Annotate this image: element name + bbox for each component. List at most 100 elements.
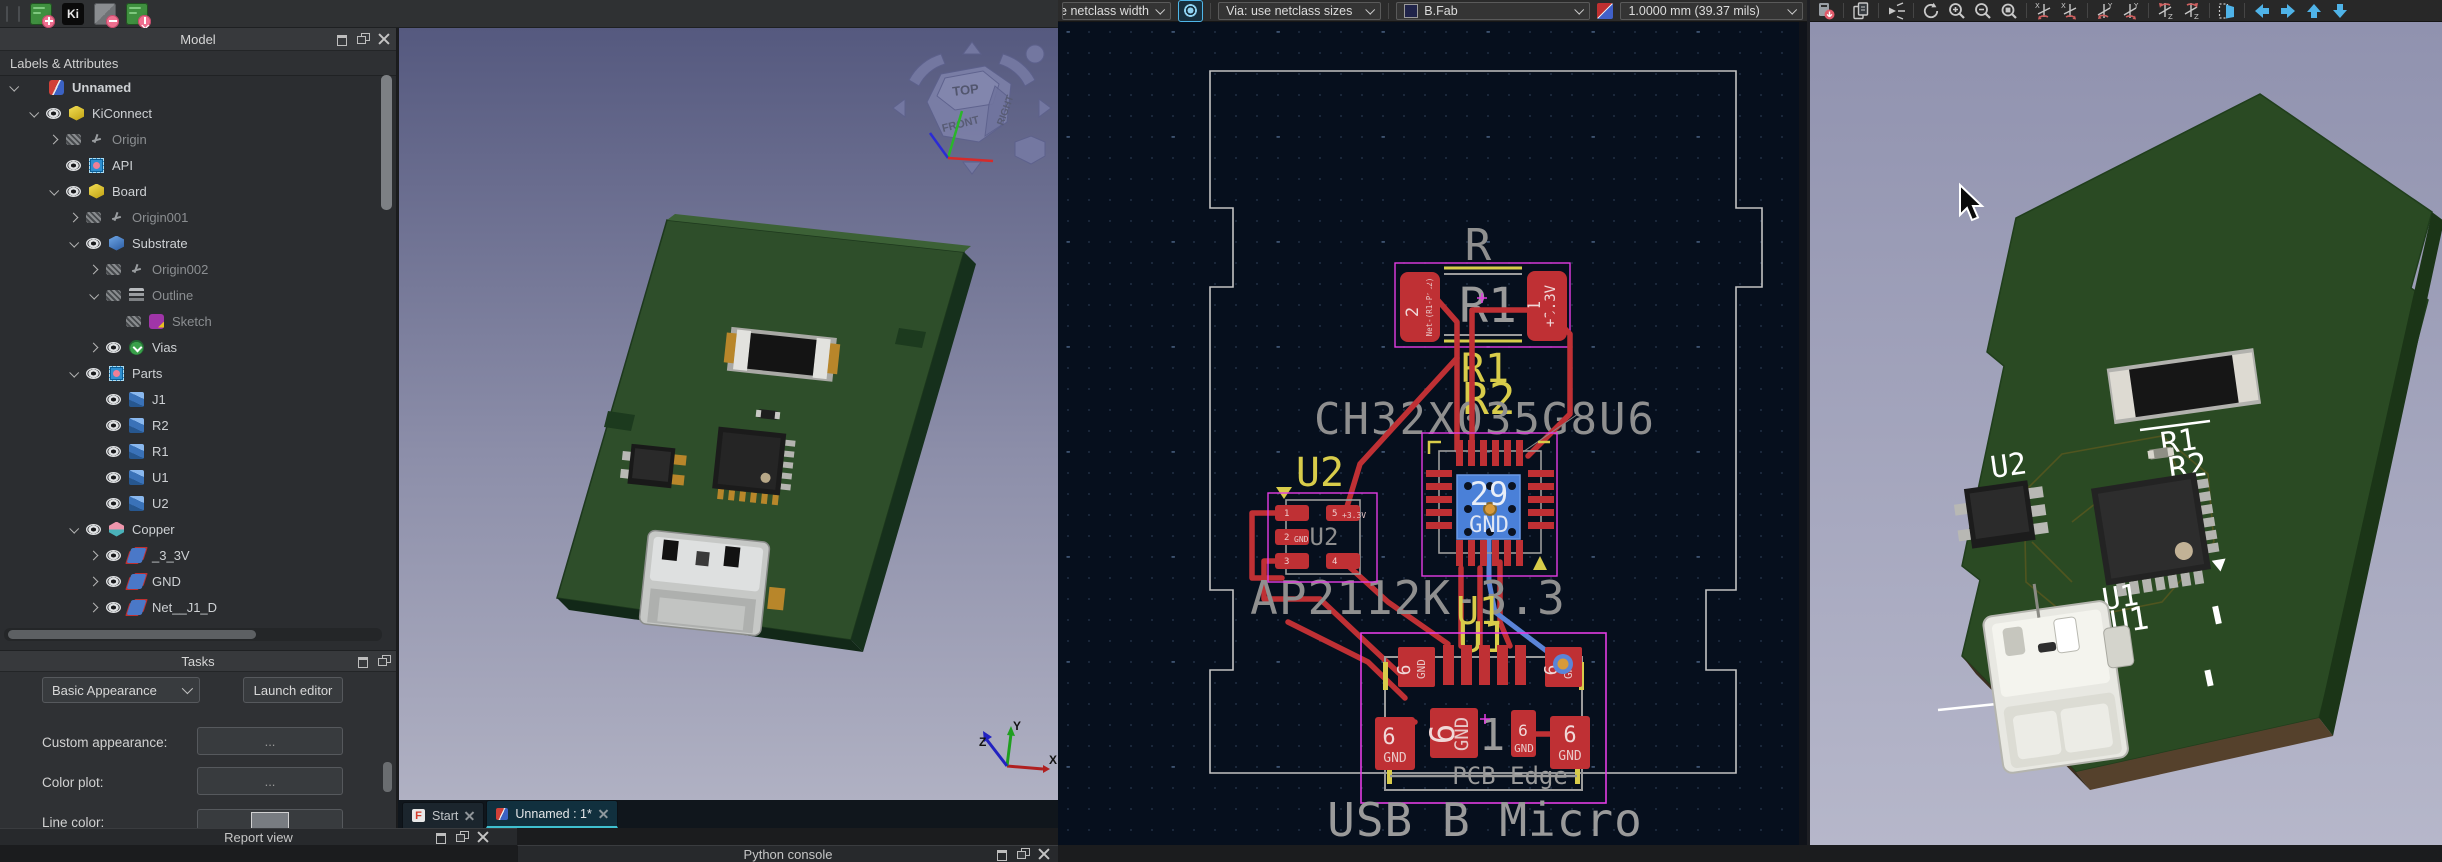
pcb-canvas[interactable]: R 2 Net-(R1-Pad2) 1 +3.3V R1 R1 R2 CH32X… [1058,22,1807,845]
visibility-off-icon[interactable] [106,264,121,275]
float-icon[interactable] [456,831,468,843]
kicad-scrollbar[interactable] [1799,22,1807,845]
chevron-down-icon[interactable] [69,237,79,247]
float-icon[interactable] [357,33,369,45]
chevron-down-icon[interactable] [69,523,79,533]
pan-left-icon[interactable] [2251,1,2273,21]
visibility-off-icon[interactable] [106,290,121,301]
tree-item-R2[interactable]: R2 [0,412,380,438]
rotate-z-cw-icon[interactable]: Z [2181,1,2203,21]
rotate-y-ccw-icon[interactable]: Y [2094,1,2116,21]
pan-down-icon[interactable] [2329,1,2351,21]
visibility-off-icon[interactable] [86,212,101,223]
chevron-down-icon[interactable] [49,185,59,195]
chevron-right-icon[interactable] [88,576,98,586]
chevron-down-icon[interactable] [89,289,99,299]
tree-item-U1[interactable]: U1 [0,464,380,490]
tree-item-Parts[interactable]: Parts [0,360,380,386]
track-width-select[interactable]: e netclass width [1062,2,1171,20]
tree-item-KiConnect[interactable]: KiConnect [0,100,380,126]
rotate-view-icon[interactable] [1920,1,1942,21]
pan-right-icon[interactable] [2277,1,2299,21]
tree-item-Unnamed[interactable]: Unnamed [0,74,380,100]
visibility-on-icon[interactable] [106,446,121,457]
dock-icon[interactable] [336,33,348,45]
visibility-on-icon[interactable] [106,420,121,431]
close-icon[interactable] [465,811,474,820]
reload-board-icon[interactable] [1815,1,1837,21]
visibility-on-icon[interactable] [86,524,101,535]
tab-start[interactable]: F Start [402,802,484,828]
copy-image-icon[interactable] [1850,1,1872,21]
close-icon[interactable] [477,831,489,843]
visibility-on-icon[interactable] [106,550,121,561]
chevron-right-icon[interactable] [88,342,98,352]
rotate-x-cw-icon[interactable]: X [2059,1,2081,21]
float-icon[interactable] [378,655,390,667]
chevron-down-icon[interactable] [29,107,39,117]
tree-item-Origin002[interactable]: Origin002 [0,256,380,282]
chevron-right-icon[interactable] [88,550,98,560]
rotate-x-ccw-icon[interactable]: X [2033,1,2055,21]
chevron-right-icon[interactable] [88,264,98,274]
chevron-right-icon[interactable] [68,212,78,222]
dock-icon[interactable] [357,655,369,667]
kicad-pcb-editor[interactable]: e netclass width Via: use netclass sizes… [1058,0,1807,845]
visibility-on-icon[interactable] [86,238,101,249]
report-view-header[interactable]: Report view [0,828,517,845]
layer-select[interactable]: B.Fab [1396,2,1590,20]
tree-item-Outline[interactable]: Outline [0,282,380,308]
zoom-out-icon[interactable] [1972,1,1994,21]
tree-item-GND[interactable]: GND [0,568,380,594]
model-tree-vertical-scrollbar[interactable] [381,75,392,210]
freecad-3d-viewport[interactable]: TOP FRONT RIGHT X Y Z [398,28,1059,800]
model-tree-horizontal-scrollbar[interactable] [4,628,382,641]
pan-up-icon[interactable] [2303,1,2325,21]
rotate-z-ccw-icon[interactable]: Z [2155,1,2177,21]
tree-item-_3_3V[interactable]: _3_3V [0,542,380,568]
visibility-on-icon[interactable] [106,394,121,405]
tasks-panel-header[interactable]: Tasks [0,651,396,672]
model-panel-header[interactable]: Model [0,28,396,51]
tree-item-Vias[interactable]: Vias [0,334,380,360]
dock-icon[interactable] [996,848,1008,860]
appearance-select[interactable]: Basic Appearance [42,677,200,703]
tree-item-Substrate[interactable]: Substrate [0,230,380,256]
chevron-right-icon[interactable] [88,602,98,612]
custom-appearance-button[interactable]: ... [197,727,343,755]
tree-item-Board[interactable]: Board [0,178,380,204]
move-board-icon[interactable] [2216,1,2238,21]
via-size-button[interactable] [1178,0,1203,22]
visibility-on-icon[interactable] [66,186,81,197]
tree-item-J1[interactable]: J1 [0,386,380,412]
tree-item-Origin001[interactable]: Origin001 [0,204,380,230]
close-icon[interactable] [378,33,390,45]
tree-item-R1[interactable]: R1 [0,438,380,464]
new-kicad-board-icon[interactable] [30,3,52,25]
tasks-vertical-scrollbar[interactable] [383,762,392,792]
zoom-fit-icon[interactable] [1998,1,2020,21]
chevron-down-icon[interactable] [69,367,79,377]
kicad-logo-icon[interactable]: Ki [62,3,84,25]
layer-pair-icon[interactable] [1597,3,1613,19]
tree-item-Copper[interactable]: Copper [0,516,380,542]
close-icon[interactable] [1038,848,1050,860]
python-console-header[interactable]: Python console [517,845,1058,862]
launch-editor-button[interactable]: Launch editor [243,677,343,703]
visibility-on-icon[interactable] [46,108,61,119]
rotate-y-cw-icon[interactable]: Y [2120,1,2142,21]
zoom-in-icon[interactable] [1946,1,1968,21]
tree-item-Sketch[interactable]: Sketch [0,308,380,334]
chevron-right-icon[interactable] [48,134,58,144]
dock-icon[interactable] [435,831,447,843]
visibility-off-icon[interactable] [126,316,141,327]
pull-from-kicad-icon[interactable] [126,3,148,25]
tree-item-API[interactable]: API [0,152,380,178]
via-size-select[interactable]: Via: use netclass sizes [1218,2,1381,20]
visibility-off-icon[interactable] [66,134,81,145]
visibility-on-icon[interactable] [106,498,121,509]
tab-unnamed[interactable]: Unnamed : 1* [486,800,617,828]
tree-item-U2[interactable]: U2 [0,490,380,516]
color-plot-button[interactable]: ... [197,767,343,795]
chevron-down-icon[interactable] [9,81,19,91]
